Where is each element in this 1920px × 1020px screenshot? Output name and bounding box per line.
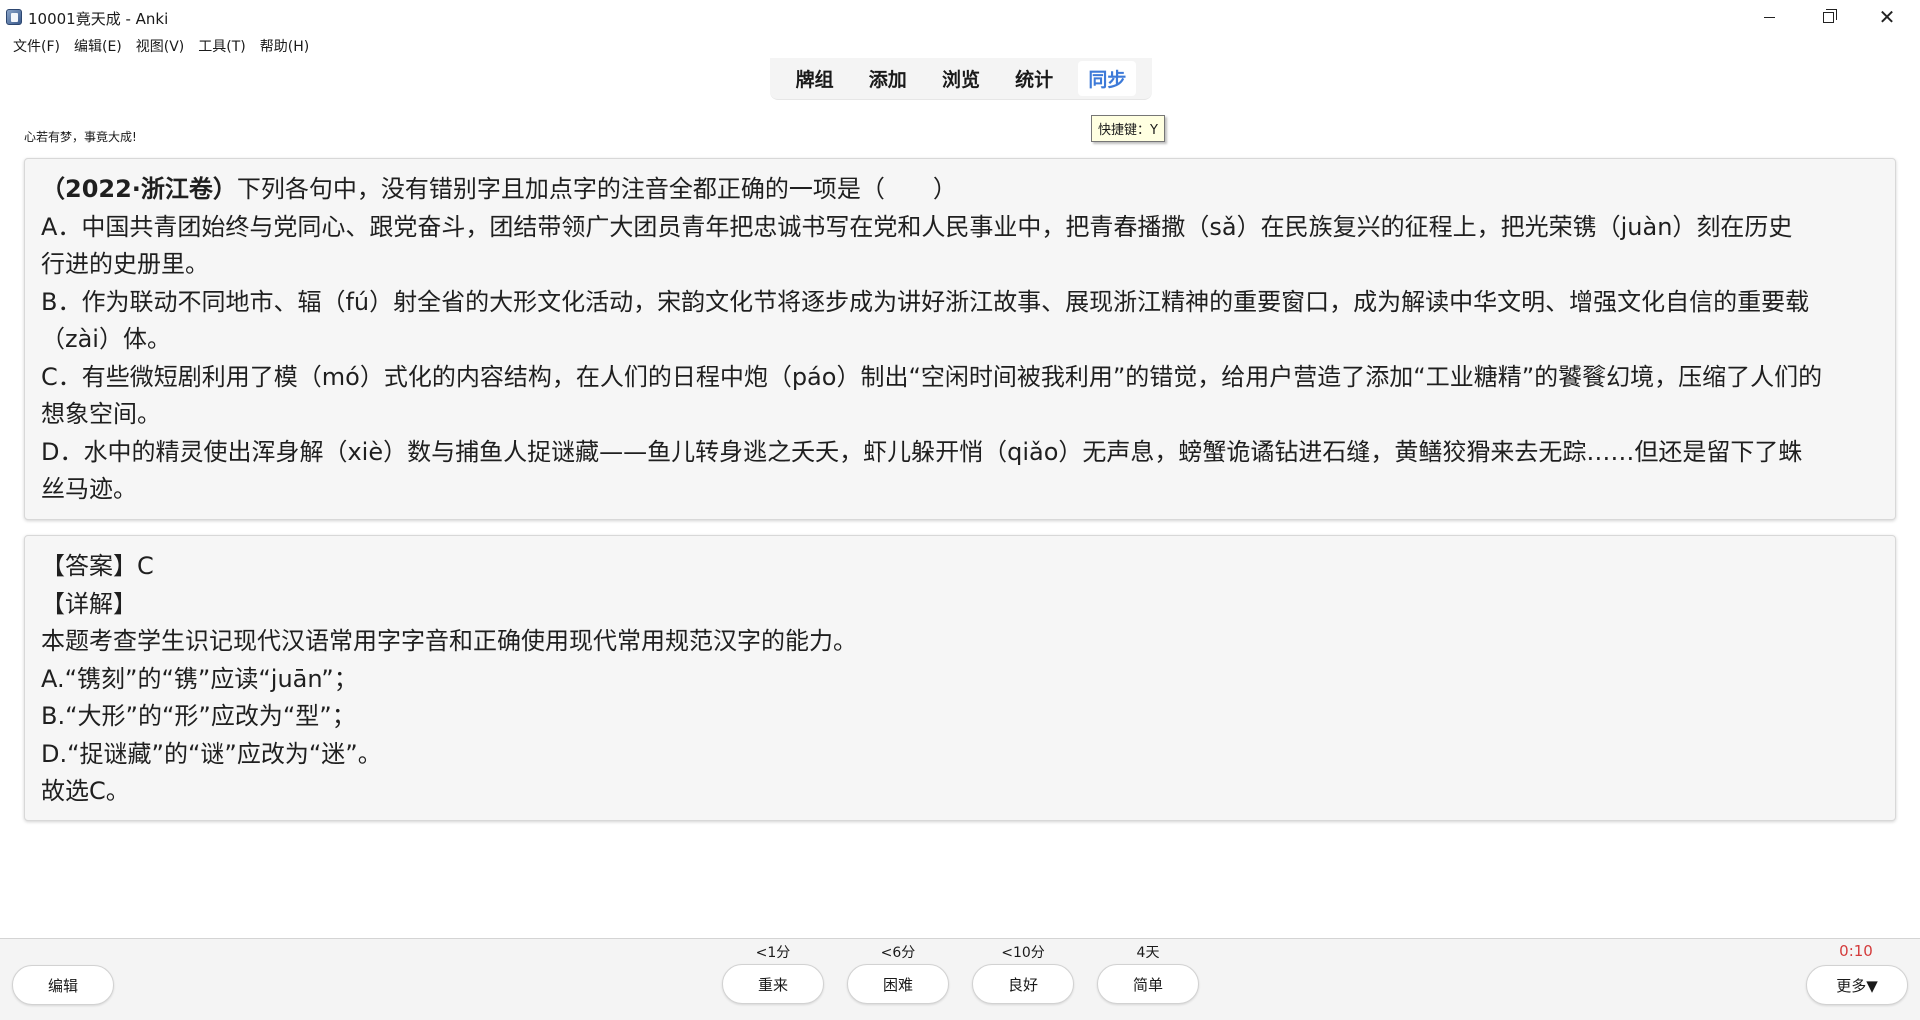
answer-line: 【详解】 [41, 589, 137, 618]
close-button[interactable]: ✕ [1858, 0, 1916, 34]
menu-file[interactable]: 文件(F) [6, 36, 67, 56]
toolbar-sync[interactable]: 同步 [1078, 61, 1137, 96]
question-stem: 下列各句中，没有错别字且加点字的注音全都正确的一项是（ ） [236, 175, 957, 203]
question-card: （2022·浙江卷）下列各句中，没有错别字且加点字的注音全都正确的一项是（ ） … [24, 158, 1896, 520]
question-line: C．有些微短剧利用了模（mó）式化的内容结构，在人们的日程中炮（páo）制出“空… [41, 362, 1823, 391]
more-button[interactable]: 更多▼ [1806, 965, 1908, 1005]
question-line: A．中国共青团始终与党同心、跟党奋斗，团结带领广大团员青年把忠诚书写在党和人民事… [41, 212, 1793, 241]
again-button[interactable]: 重来 [722, 964, 824, 1004]
again-interval: <1分 [755, 945, 791, 961]
toolbar-add[interactable]: 添加 [859, 61, 917, 96]
good-button[interactable]: 良好 [972, 964, 1074, 1004]
question-source: （2022·浙江卷） [41, 175, 237, 203]
answer-line: B.“大形”的“形”应改为“型”； [41, 702, 356, 730]
answer-line: D.“捉谜藏”的“谜”应改为“迷”。 [41, 739, 382, 768]
hard-button[interactable]: 困难 [847, 964, 949, 1004]
deck-motto: 心若有梦，事竟大成! [24, 130, 137, 144]
minimize-icon [1763, 16, 1775, 18]
minimize-button[interactable] [1740, 0, 1798, 34]
question-line: 丝马迹。 [41, 475, 137, 503]
toolbar-stats[interactable]: 统计 [1005, 61, 1063, 96]
top-toolbar: 牌组 添加 浏览 统计 同步 [770, 58, 1152, 100]
close-icon: ✕ [1878, 5, 1896, 29]
menu-help[interactable]: 帮助(H) [253, 36, 316, 56]
menu-bar: 文件(F) 编辑(E) 视图(V) 工具(T) 帮助(H) [0, 34, 1920, 58]
restore-icon [1822, 8, 1837, 23]
answer-line: 【答案】C [41, 552, 154, 580]
answer-line: 故选C。 [41, 777, 130, 805]
answer-line: 本题考查学生识记现代汉语常用字字音和正确使用现代常用规范汉字的能力。 [41, 627, 857, 655]
question-line: B．作为联动不同地市、辐（fú）射全省的大形文化活动，宋韵文化节将逐步成为讲好浙… [41, 287, 1810, 316]
review-timer: 0:10 [1839, 942, 1873, 960]
menu-view[interactable]: 视图(V) [129, 36, 192, 56]
good-interval: <10分 [1001, 945, 1045, 961]
edit-button[interactable]: 编辑 [12, 965, 114, 1005]
question-line: （zài）体。 [41, 325, 171, 353]
review-bottom-bar [0, 938, 1920, 1020]
sync-shortcut-tooltip: 快捷键：Y [1091, 115, 1165, 142]
window-title: 10001竟天成 - Anki [28, 10, 169, 28]
easy-interval: 4天 [1136, 945, 1160, 961]
restore-button[interactable] [1799, 0, 1857, 34]
title-bar: 10001竟天成 - Anki ✕ [0, 0, 1920, 34]
menu-edit[interactable]: 编辑(E) [67, 36, 129, 56]
answer-line: A.“镌刻”的“镌”应读“juān”； [41, 664, 358, 693]
hard-interval: <6分 [880, 945, 916, 961]
menu-tools[interactable]: 工具(T) [191, 36, 252, 56]
question-line: 行进的史册里。 [41, 250, 209, 278]
toolbar-decks[interactable]: 牌组 [786, 61, 844, 96]
easy-button[interactable]: 简单 [1097, 964, 1199, 1004]
answer-card: 【答案】C 【详解】 本题考查学生识记现代汉语常用字字音和正确使用现代常用规范汉… [24, 535, 1896, 821]
question-line: 想象空间。 [41, 400, 161, 428]
question-line: D．水中的精灵使出浑身解（xiè）数与捕鱼人捉谜藏——鱼儿转身逃之夭夭，虾儿躲开… [41, 437, 1803, 466]
toolbar-browse[interactable]: 浏览 [932, 61, 990, 96]
question-stem-line: （2022·浙江卷）下列各句中，没有错别字且加点字的注音全都正确的一项是（ ） [41, 171, 1879, 209]
anki-app-icon [6, 9, 22, 25]
